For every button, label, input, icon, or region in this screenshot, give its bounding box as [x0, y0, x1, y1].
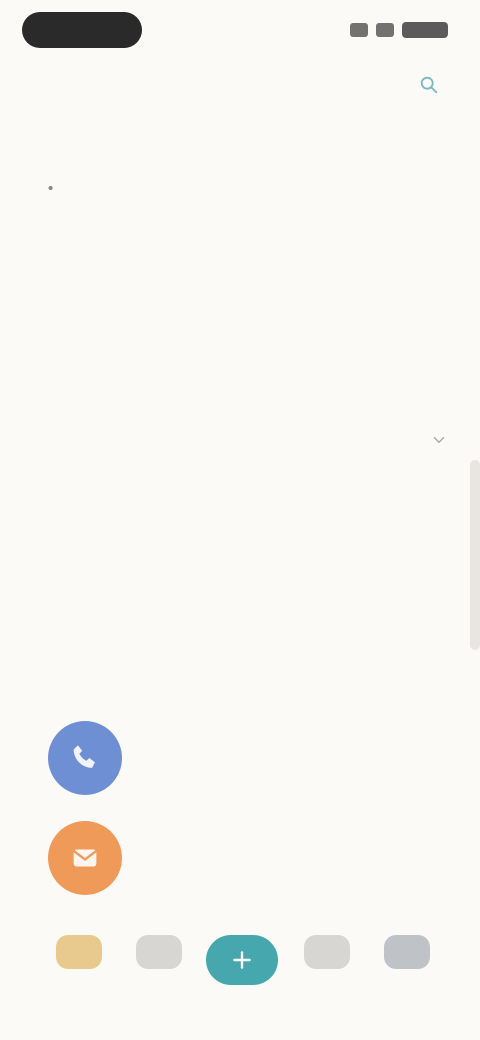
- list-icon: [136, 935, 182, 969]
- status-indicators: [350, 22, 448, 38]
- phone-icon-circle: [48, 721, 122, 795]
- tab-profile[interactable]: [372, 935, 442, 1005]
- faq-row[interactable]: [32, 420, 448, 460]
- info-section: [32, 160, 448, 200]
- profile-icon: [384, 935, 430, 969]
- search-icon: [420, 76, 438, 94]
- home-icon: [56, 935, 102, 969]
- share-item-mail[interactable]: [48, 818, 440, 898]
- header-action-button[interactable]: [418, 74, 440, 96]
- header: [0, 60, 480, 120]
- chevron-down-icon: [433, 437, 445, 443]
- tab-home[interactable]: [44, 935, 114, 1005]
- add-button[interactable]: [206, 935, 278, 985]
- tab-list[interactable]: [124, 935, 194, 1005]
- scrollbar[interactable]: [470, 460, 480, 650]
- battery-icon: [402, 22, 448, 38]
- status-time-pill: [22, 12, 142, 48]
- calendar-icon: [304, 935, 350, 969]
- add-icon: [233, 951, 251, 969]
- status-bar: [0, 0, 480, 60]
- mail-icon-circle: [48, 821, 122, 895]
- signal-icon: [350, 23, 368, 37]
- wifi-icon: [376, 23, 394, 37]
- tab-calendar[interactable]: [292, 935, 362, 1005]
- mail-icon: [72, 849, 98, 867]
- phone-icon: [73, 745, 95, 768]
- share-item-phone[interactable]: [48, 718, 440, 798]
